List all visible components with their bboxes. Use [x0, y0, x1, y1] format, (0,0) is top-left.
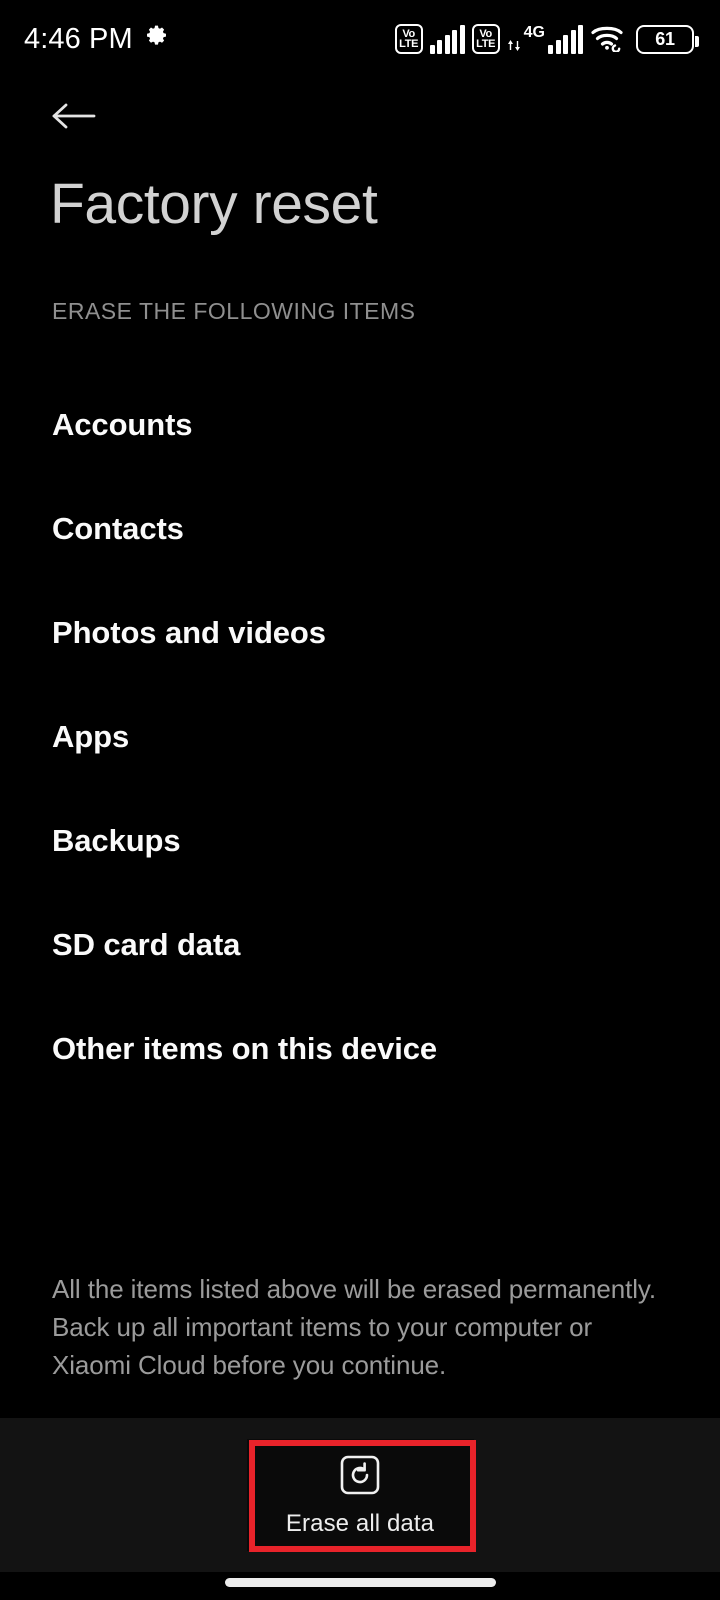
status-clock: 4:46 PM — [24, 22, 133, 55]
phone-screen: 4:46 PM Vo LTE Vo LTE 4G 61 Factory rese… — [0, 0, 720, 1600]
list-item-label: Apps — [52, 718, 130, 754]
list-item[interactable]: Accounts — [0, 372, 720, 476]
list-item[interactable]: Other items on this device — [0, 996, 720, 1100]
status-bar-right: Vo LTE Vo LTE 4G 61 — [394, 22, 699, 57]
list-item[interactable]: Contacts — [0, 476, 720, 580]
erase-all-data-label: Erase all data — [285, 1509, 435, 1537]
section-header: ERASE THE FOLLOWING ITEMS — [52, 298, 416, 324]
list-item[interactable]: Apps — [0, 684, 720, 788]
list-item-label: Accounts — [52, 406, 193, 442]
battery-level-label: 61 — [655, 29, 675, 49]
gear-icon — [144, 24, 169, 54]
list-item-label: Photos and videos — [52, 614, 326, 650]
list-item-label: Other items on this device — [52, 1030, 438, 1066]
list-item[interactable]: SD card data — [0, 892, 720, 996]
bottom-action-bar: Erase all data — [0, 1418, 720, 1572]
restore-reset-icon — [340, 1455, 380, 1495]
data-transfer-arrows-icon — [507, 24, 521, 54]
list-item[interactable]: Backups — [0, 788, 720, 892]
mobile-data-group: 4G — [507, 24, 583, 54]
battery-icon: 61 — [636, 24, 699, 54]
volte-sim2-bottom-label: LTE — [476, 37, 496, 50]
signal-sim1-icon — [429, 24, 465, 54]
signal-sim2-icon — [548, 24, 583, 54]
status-bar-left: 4:46 PM — [24, 24, 169, 54]
erase-items-list: Accounts Contacts Photos and videos Apps… — [0, 372, 720, 1100]
back-arrow-icon — [51, 99, 97, 138]
page-title: Factory reset — [50, 172, 378, 236]
volte-sim1-bottom-label: LTE — [399, 37, 419, 50]
status-bar: 4:46 PM Vo LTE Vo LTE 4G 61 — [0, 0, 720, 78]
list-item[interactable]: Photos and videos — [0, 580, 720, 684]
volte-sim2-icon: Vo LTE — [471, 24, 500, 54]
wifi-icon — [590, 22, 626, 57]
erase-all-data-button[interactable]: Erase all data — [246, 1439, 474, 1551]
list-item-label: Contacts — [52, 510, 184, 546]
footer-paragraph-warning: All the items listed above will be erase… — [52, 1274, 656, 1380]
back-button[interactable] — [44, 92, 104, 144]
network-type-label: 4G — [523, 24, 545, 41]
list-item-label: SD card data — [52, 926, 241, 962]
gesture-pill[interactable] — [225, 1578, 496, 1587]
volte-sim1-icon: Vo LTE — [394, 24, 423, 54]
list-item-label: Backups — [52, 822, 181, 858]
